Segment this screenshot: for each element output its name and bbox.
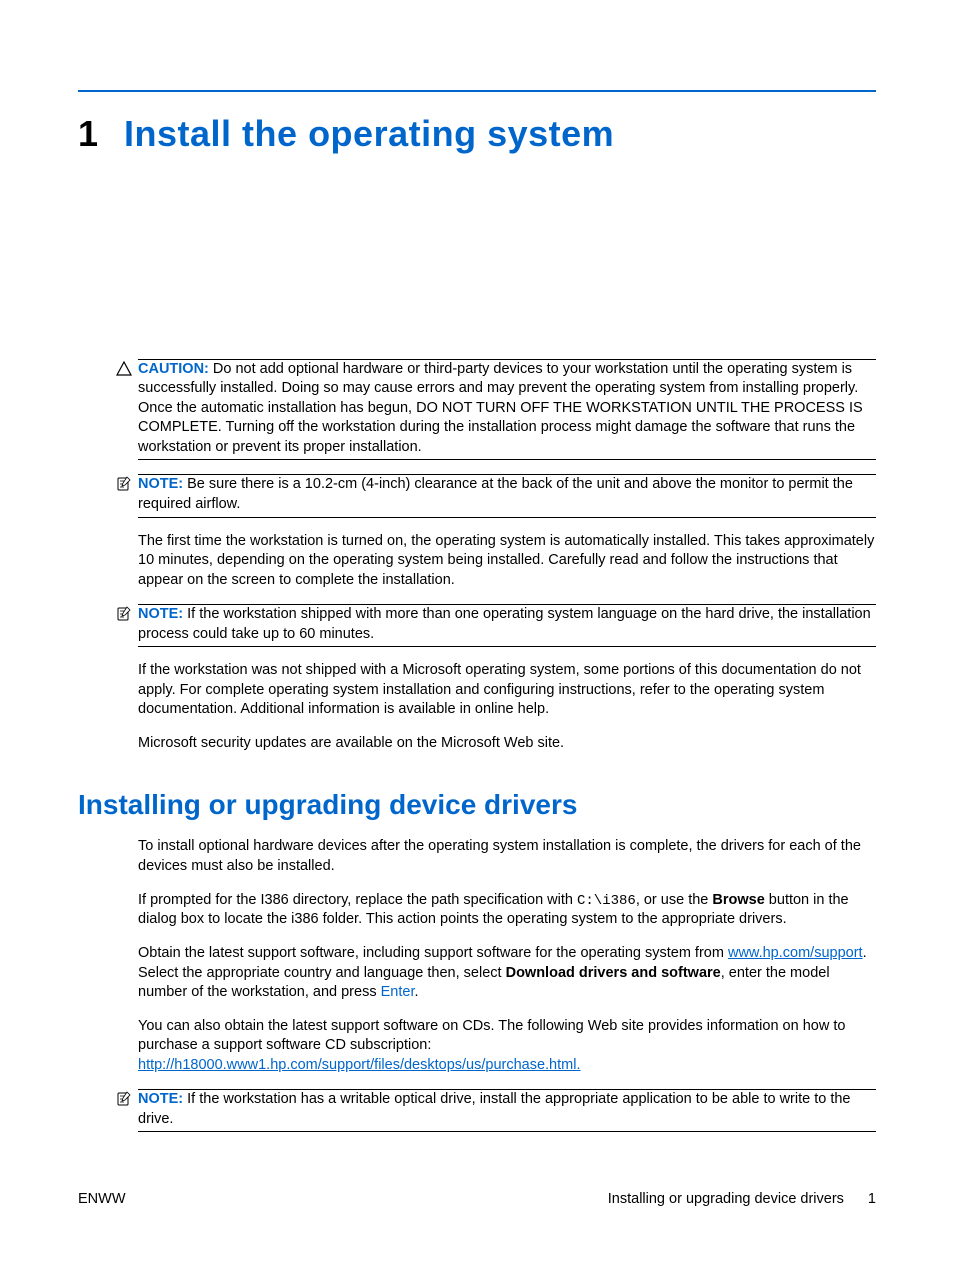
note-label: NOTE: [138,476,183,492]
ui-label: Browse [712,892,764,908]
body-paragraph: To install optional hardware devices aft… [138,837,876,876]
footer-section: Installing or upgrading device drivers [608,1190,844,1210]
top-divider [78,90,876,92]
note-block-2: NOTE: If the workstation shipped with mo… [138,604,876,647]
code-text: C:\i386 [577,893,636,909]
body-paragraph: The first time the workstation is turned… [138,532,876,591]
note-label: NOTE: [138,1091,183,1107]
page-footer: ENWW Installing or upgrading device driv… [78,1190,876,1210]
caution-block: CAUTION: Do not add optional hardware or… [138,359,876,461]
caution-icon [116,361,132,377]
purchase-link[interactable]: http://h18000.www1.hp.com/support/files/… [138,1057,580,1073]
note-block-1: NOTE: Be sure there is a 10.2-cm (4-inch… [138,474,876,517]
body-paragraph: Obtain the latest support software, incl… [138,944,876,1003]
chapter-title: Install the operating system [124,110,614,159]
note-text: If the workstation shipped with more tha… [138,606,871,642]
chapter-number: 1 [78,110,98,159]
note-text: If the workstation has a writable optica… [138,1091,851,1127]
body-paragraph: If prompted for the I386 directory, repl… [138,891,876,930]
caution-text: Do not add optional hardware or third-pa… [138,361,863,455]
note-block-3: NOTE: If the workstation has a writable … [138,1089,876,1132]
section-heading: Installing or upgrading device drivers [78,786,876,824]
note-label: NOTE: [138,606,183,622]
chapter-header: 1 Install the operating system [78,110,876,159]
caution-label: CAUTION: [138,361,209,377]
footer-left: ENWW [78,1190,126,1210]
body-paragraph: You can also obtain the latest support s… [138,1017,876,1076]
note-icon [116,476,132,492]
note-icon [116,606,132,622]
key-label: Enter [381,984,415,1000]
note-text: Be sure there is a 10.2-cm (4-inch) clea… [138,476,853,512]
page-number: 1 [868,1190,876,1210]
support-link[interactable]: www.hp.com/support [728,945,863,961]
ui-label: Download drivers and software [506,965,721,981]
note-icon [116,1091,132,1107]
body-paragraph: If the workstation was not shipped with … [138,661,876,720]
body-paragraph: Microsoft security updates are available… [138,734,876,754]
